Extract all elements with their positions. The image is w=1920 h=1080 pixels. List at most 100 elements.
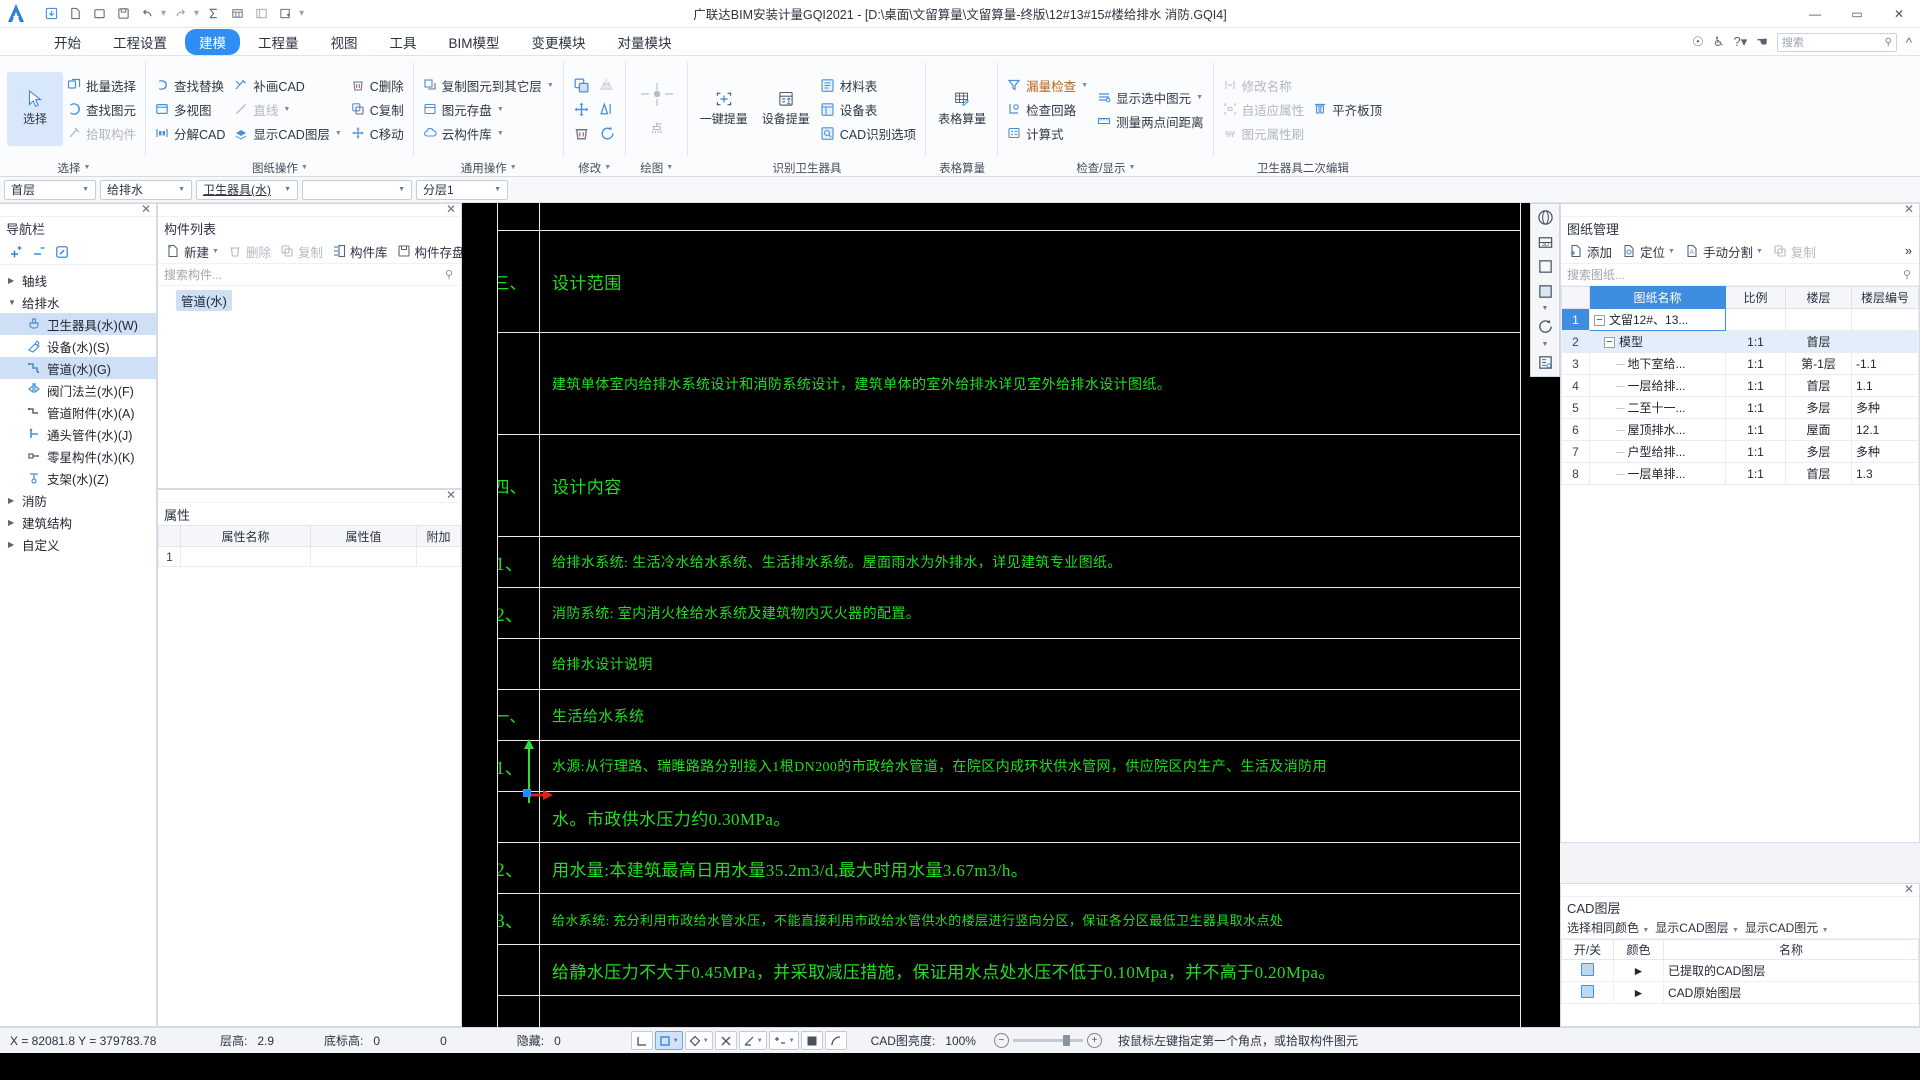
sidebar-item-pipe[interactable]: 管道(水)(G) [0, 357, 156, 379]
move-icon[interactable] [570, 98, 594, 120]
chevron-down-icon[interactable]: ▼ [1542, 341, 1549, 349]
table-row[interactable]: 7 ─ 户型给排... 1:1 多层 多种 [1561, 440, 1919, 463]
table-row[interactable]: 1 [158, 546, 461, 567]
chevron-down-icon[interactable]: ▼ [1732, 927, 1739, 934]
chevron-down-icon[interactable]: ▼ [1081, 82, 1088, 89]
orbit-icon[interactable] [1534, 207, 1556, 229]
collapse-ribbon-icon[interactable]: ^ [1906, 35, 1912, 50]
rotate-icon[interactable] [596, 122, 620, 144]
formula-button[interactable]: 计算式 [1003, 122, 1093, 145]
table-row[interactable]: 8 ─ 一层单排... 1:1 首层 1.3 [1561, 462, 1919, 485]
plus-icon[interactable]: + [1086, 1033, 1102, 1048]
saveas-icon[interactable] [112, 3, 134, 24]
ribbon-group-check-display-title[interactable]: 检查/显示 ▼ [998, 159, 1213, 176]
chevron-down-icon[interactable]: ▼ [1642, 927, 1649, 934]
account-icon[interactable]: ☉ [1692, 34, 1704, 50]
status-tools[interactable]: ▼ ▼ ▼ ▼ [630, 1031, 847, 1050]
ribbon-group-secondary-edit-title[interactable]: 卫生器具二次编辑 [1214, 159, 1393, 176]
rename-button[interactable]: 修改名称 [1219, 74, 1310, 97]
pick-component-button[interactable]: 拾取构件 [63, 122, 141, 145]
tab-compare-module[interactable]: 对量模块 [604, 29, 686, 55]
point-button[interactable]: 点 [631, 72, 683, 146]
tab-tools[interactable]: 工具 [376, 29, 431, 55]
more-icon[interactable]: » [1902, 242, 1915, 260]
component-library-button[interactable]: 构件库 [328, 240, 391, 263]
layer-color-cell[interactable]: ► [1613, 981, 1664, 1004]
copy-component-button[interactable]: 复制 [276, 240, 326, 263]
chevron-down-icon[interactable]: ▼ [1196, 94, 1203, 101]
cloud-library-button[interactable]: 云构件库 ▼ [419, 122, 559, 145]
more-icon[interactable]: ▾ [298, 8, 305, 19]
sublayer-selector[interactable]: 分层1 ▼ [416, 179, 508, 200]
snap-icon[interactable]: ▼ [654, 1031, 683, 1050]
table-row[interactable]: ► CAD原始图层 [1561, 981, 1919, 1004]
fit-icon[interactable] [1534, 256, 1556, 278]
menu-right-area[interactable]: ☉ ♿ ?▾ ☚ 搜索 ⚲ ^ [1692, 28, 1912, 56]
nav-group-axis[interactable]: ▶ 轴线 [0, 269, 156, 291]
copy-drawing-button[interactable]: 复制 [1769, 240, 1819, 263]
locate-drawing-button[interactable]: 定位 ▼ [1618, 240, 1678, 263]
upgrade-icon[interactable]: ☚ [1756, 34, 1768, 50]
redo-icon[interactable] [169, 3, 191, 24]
checkbox-icon[interactable] [1581, 962, 1594, 976]
close-icon[interactable]: ✕ [1904, 882, 1914, 896]
nav-group-custom[interactable]: ▶ 自定义 [0, 533, 156, 555]
table-row[interactable]: 4 ─ 一层给排... 1:1 首层 1.1 [1561, 374, 1919, 397]
slider-track[interactable] [1012, 1035, 1083, 1046]
table-row[interactable]: 2 − 模型 1:1 首层 [1561, 330, 1919, 353]
angle-icon[interactable]: ▼ [738, 1031, 767, 1050]
mirror-icon[interactable] [596, 74, 620, 96]
row-name[interactable]: − 模型 [1589, 330, 1726, 353]
manual-split-button[interactable]: A 手动分割 ▼ [1681, 240, 1766, 263]
add-drawing-button[interactable]: 添加 [1565, 240, 1615, 263]
discipline-selector[interactable]: 给排水 ▼ [100, 179, 192, 200]
tab-view[interactable]: 视图 [317, 29, 372, 55]
chevron-down-icon[interactable]: ▼ [1822, 927, 1829, 934]
save-element-button[interactable]: 图元存盘 ▼ [419, 98, 559, 121]
ortho-icon[interactable] [630, 1031, 653, 1050]
slider-knob[interactable] [1062, 1035, 1070, 1046]
canvas-view-toolbar[interactable]: 3D ▼ ▼ [1530, 203, 1560, 377]
minimize-button[interactable]: — [1794, 0, 1836, 28]
row-name[interactable]: ─ 一层单排... [1589, 462, 1726, 485]
select-same-color-button[interactable]: 选择相同颜色 ▼ [1567, 919, 1649, 936]
table-row[interactable]: 3 ─ 地下室给... 1:1 第-1层 -1.1 [1561, 352, 1919, 375]
tab-bim-model[interactable]: BIM模型 [435, 29, 514, 55]
delete-icon[interactable] [570, 122, 594, 144]
cad-delete-button[interactable]: C删除 [347, 74, 409, 97]
drawing-col-floor[interactable]: 楼层 [1785, 286, 1852, 309]
draw-cad-button[interactable]: 补画CAD [230, 74, 346, 97]
maximize-button[interactable]: ▭ [1836, 0, 1878, 28]
ribbon-group-drawing-ops-title[interactable]: 图纸操作 ▼ [146, 159, 414, 176]
drawing-col-scale[interactable]: 比例 [1725, 286, 1786, 309]
ribbon-group-recognize-title[interactable]: 识别卫生器具 [688, 159, 926, 176]
show-cad-layer-button[interactable]: 显示CAD图层 ▼ [1655, 919, 1739, 936]
attr-brush-button[interactable]: 图元属性刷 [1219, 122, 1310, 145]
align-top-button[interactable]: 平齐板顶 [1309, 98, 1387, 121]
cad-canvas[interactable]: 一级，地下消火等级为一级，地下室为戊类储藏室。 三、 设计范围 建筑单体室内给排… [462, 203, 1560, 1027]
quick-access-toolbar[interactable]: ▾ ▾ ▾ [34, 3, 305, 24]
plus-minus-icon[interactable]: ▼ [768, 1031, 799, 1050]
pan-icon[interactable] [800, 1031, 823, 1050]
edit-icon[interactable] [54, 244, 70, 260]
drawing-col-name[interactable]: 图纸名称 [1589, 286, 1726, 309]
chevron-down-icon[interactable]: ▼ [547, 82, 554, 89]
close-icon[interactable]: ✕ [1904, 202, 1914, 216]
layer-icon[interactable] [1534, 281, 1556, 303]
tab-change-module[interactable]: 变更模块 [518, 29, 600, 55]
sidebar-item-misc[interactable]: 零星构件(水)(K) [0, 445, 156, 467]
cross-icon[interactable] [714, 1031, 737, 1050]
drawing-col-code[interactable]: 楼层编号 [1851, 286, 1919, 309]
expand-arrow-icon[interactable]: ► [1633, 964, 1645, 978]
minus-icon[interactable]: − [993, 1033, 1009, 1048]
new-component-button[interactable]: 新建 ▼ [162, 240, 222, 263]
layer-toggle-cell[interactable] [1561, 959, 1614, 982]
adaptive-attr-button[interactable]: 自适应属性 [1219, 98, 1310, 121]
select-button[interactable]: 选择 [7, 72, 63, 146]
nav-panel-tools[interactable] [0, 239, 156, 265]
save-icon[interactable] [40, 3, 62, 24]
chevron-down-icon[interactable]: ▼ [212, 248, 219, 255]
chevron-down-icon[interactable]: ▼ [1542, 305, 1549, 313]
chevron-down-icon[interactable]: ▼ [789, 1038, 795, 1044]
find-replace-button[interactable]: 查找替换 [151, 74, 230, 97]
